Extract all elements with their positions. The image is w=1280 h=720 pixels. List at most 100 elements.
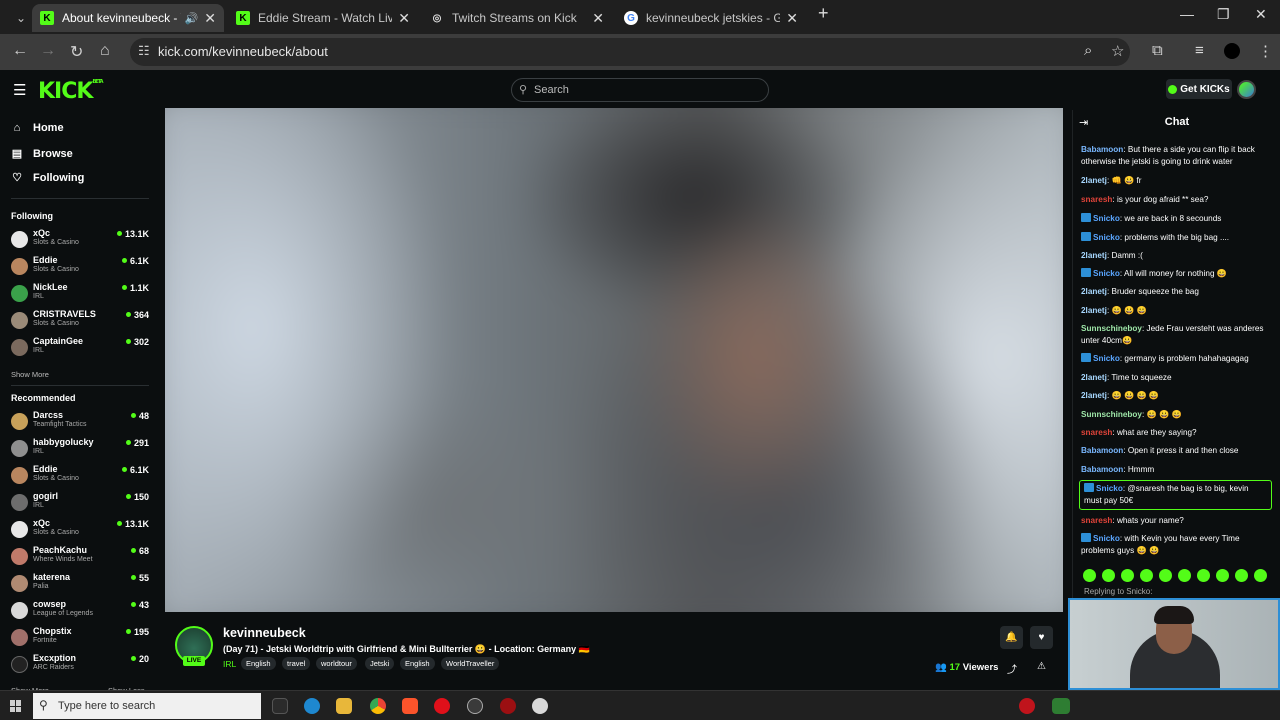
emote-icon[interactable] bbox=[1197, 569, 1210, 582]
sidebar-channel-cowsep[interactable]: cowsep League of Legends 43 bbox=[11, 599, 149, 626]
tag-travel[interactable]: travel bbox=[282, 657, 311, 670]
follow-heart-button[interactable]: ♥ bbox=[1030, 626, 1053, 649]
zoom-icon[interactable]: ⌕ bbox=[1084, 42, 1092, 59]
sidebar-channel-cristravels[interactable]: CRISTRAVELS Slots & Casino 364 bbox=[11, 309, 149, 336]
back-icon[interactable]: ← bbox=[12, 42, 28, 60]
tag-jetski[interactable]: Jetski bbox=[365, 657, 395, 670]
sidebar-channel-chopstix[interactable]: Chopstix Fortnite 195 bbox=[11, 626, 149, 653]
close-tab-icon[interactable]: ✕ bbox=[786, 10, 798, 27]
reload-icon[interactable]: ↻ bbox=[70, 42, 83, 62]
chat-username[interactable]: 2lanetj bbox=[1081, 176, 1107, 185]
tray-app-icon[interactable] bbox=[1019, 698, 1035, 714]
sidebar-channel-habbygolucky[interactable]: habbygolucky IRL 291 bbox=[11, 437, 149, 464]
chat-username[interactable]: 2lanetj bbox=[1081, 306, 1107, 315]
chat-username[interactable]: 2lanetj bbox=[1081, 251, 1107, 260]
sidebar-channel-nicklee[interactable]: NickLee IRL 1.1K bbox=[11, 282, 149, 309]
windows-start-icon[interactable] bbox=[10, 700, 22, 712]
sidebar-channel-xqc-rec[interactable]: xQc Slots & Casino 13.1K bbox=[11, 518, 149, 545]
get-kicks-button[interactable]: Get KICKs bbox=[1166, 79, 1232, 99]
hamburger-menu-icon[interactable]: ☰ bbox=[13, 81, 26, 99]
maximize-icon[interactable]: ❐ bbox=[1217, 6, 1230, 23]
tab-twitch[interactable]: ◎ Twitch Streams on Kick ✕ bbox=[422, 4, 612, 32]
forward-icon[interactable]: → bbox=[40, 42, 56, 60]
brave-icon[interactable] bbox=[402, 698, 418, 714]
emote-icon[interactable] bbox=[1254, 569, 1267, 582]
minimize-icon[interactable]: — bbox=[1180, 6, 1194, 22]
chat-username[interactable]: snaresh bbox=[1081, 516, 1112, 525]
tag-worldtraveller[interactable]: WorldTraveller bbox=[441, 657, 500, 670]
chat-username[interactable]: Babamoon bbox=[1081, 446, 1123, 455]
chat-username[interactable]: snaresh bbox=[1081, 195, 1112, 204]
tab-kevinneubeck[interactable]: K About kevinneubeck - Watch Live 🔊 ✕ bbox=[32, 4, 224, 32]
close-tab-icon[interactable]: ✕ bbox=[204, 10, 216, 27]
emote-icon[interactable] bbox=[1102, 569, 1115, 582]
tray-status-icon[interactable] bbox=[1052, 698, 1070, 714]
chat-username[interactable]: snaresh bbox=[1081, 428, 1112, 437]
new-tab-icon[interactable]: + bbox=[818, 3, 829, 24]
tag-english-2[interactable]: English bbox=[400, 657, 435, 670]
speaker-icon[interactable]: 🔊 bbox=[185, 12, 199, 25]
sidebar-channel-darcss[interactable]: Darcss Teamfight Tactics 48 bbox=[11, 410, 149, 437]
streamer-name[interactable]: kevinneubeck bbox=[223, 626, 306, 640]
tab-google[interactable]: G kevinneubeck jetskies - Google Search … bbox=[616, 4, 806, 32]
chat-username[interactable]: Snicko bbox=[1093, 269, 1120, 278]
app-icon[interactable] bbox=[532, 698, 548, 714]
chat-username[interactable]: Sunnschineboy bbox=[1081, 410, 1142, 419]
emote-icon[interactable] bbox=[1178, 569, 1191, 582]
tag-english[interactable]: English bbox=[241, 657, 276, 670]
sidebar-channel-gogirl[interactable]: gogirl IRL 150 bbox=[11, 491, 149, 518]
profile-avatar[interactable] bbox=[1224, 43, 1240, 59]
chat-username[interactable]: Snicko bbox=[1093, 534, 1120, 543]
tab-list-button[interactable]: ⌄ bbox=[8, 4, 28, 32]
opera-icon[interactable] bbox=[434, 698, 450, 714]
sidebar-channel-eddie[interactable]: Eddie Slots & Casino 6.1K bbox=[11, 255, 149, 282]
menu-dots-icon[interactable]: ⋮ bbox=[1258, 42, 1273, 60]
site-info-icon[interactable]: ☷ bbox=[138, 43, 150, 59]
url-field[interactable]: ☷ kick.com/kevinneubeck/about bbox=[130, 38, 1130, 66]
user-avatar[interactable] bbox=[1237, 80, 1256, 99]
chat-username[interactable]: Snicko bbox=[1093, 233, 1120, 242]
obs-icon[interactable] bbox=[467, 698, 483, 714]
home-icon[interactable]: ⌂ bbox=[100, 42, 110, 60]
search-input[interactable]: ⚲ Search bbox=[511, 78, 769, 102]
nav-home[interactable]: ⌂ Home bbox=[11, 122, 64, 134]
share-icon[interactable]: ⤴ bbox=[1007, 661, 1017, 676]
show-more-following[interactable]: Show More bbox=[11, 370, 49, 379]
emote-icon[interactable] bbox=[1140, 569, 1153, 582]
tag-worldtour[interactable]: worldtour bbox=[316, 657, 357, 670]
chat-username[interactable]: Babamoon bbox=[1081, 145, 1123, 154]
chrome-icon[interactable] bbox=[370, 698, 386, 714]
tab-eddie[interactable]: K Eddie Stream - Watch Live on Kick ✕ bbox=[228, 4, 418, 32]
chat-username[interactable]: Snicko bbox=[1096, 484, 1123, 493]
chat-username[interactable]: 2lanetj bbox=[1081, 373, 1107, 382]
sidebar-channel-excxption[interactable]: Excxption ARC Raiders 20 bbox=[11, 653, 149, 680]
bookmark-star-icon[interactable]: ☆ bbox=[1111, 42, 1124, 60]
emote-icon[interactable] bbox=[1159, 569, 1172, 582]
sidebar-channel-eddie-rec[interactable]: Eddie Slots & Casino 6.1K bbox=[11, 464, 149, 491]
close-tab-icon[interactable]: ✕ bbox=[592, 10, 604, 27]
stream-category[interactable]: IRL bbox=[223, 659, 236, 669]
sidebar-channel-katerena[interactable]: katerena Palia 55 bbox=[11, 572, 149, 599]
report-warning-icon[interactable]: ⚠ bbox=[1037, 661, 1046, 672]
extensions-icon[interactable]: ⧉ bbox=[1152, 42, 1163, 59]
chat-username[interactable]: Snicko bbox=[1093, 214, 1120, 223]
media-control-icon[interactable]: ≡ bbox=[1195, 42, 1204, 59]
emote-icon[interactable] bbox=[1121, 569, 1134, 582]
sidebar-channel-captaingee[interactable]: CaptainGee IRL 302 bbox=[11, 336, 149, 363]
edge-icon[interactable] bbox=[304, 698, 320, 714]
sidebar-channel-peachkachu[interactable]: PeachKachu Where Winds Meet 68 bbox=[11, 545, 149, 572]
chat-username[interactable]: Babamoon bbox=[1081, 465, 1123, 474]
chat-username[interactable]: 2lanetj bbox=[1081, 391, 1107, 400]
nav-browse[interactable]: ▤ Browse bbox=[11, 147, 73, 161]
emote-icon[interactable] bbox=[1235, 569, 1248, 582]
task-view-icon[interactable] bbox=[272, 698, 288, 714]
notification-bell-button[interactable]: 🔔 bbox=[1000, 626, 1023, 649]
close-window-icon[interactable]: ✕ bbox=[1255, 6, 1267, 23]
nav-following[interactable]: ♡ Following bbox=[11, 171, 84, 185]
video-player[interactable] bbox=[165, 108, 1063, 612]
taskbar-search-input[interactable]: ⚲ Type here to search bbox=[33, 693, 261, 719]
emote-icon[interactable] bbox=[1216, 569, 1229, 582]
emote-icon[interactable] bbox=[1083, 569, 1096, 582]
chat-username[interactable]: 2lanetj bbox=[1081, 287, 1107, 296]
file-explorer-icon[interactable] bbox=[336, 698, 352, 714]
